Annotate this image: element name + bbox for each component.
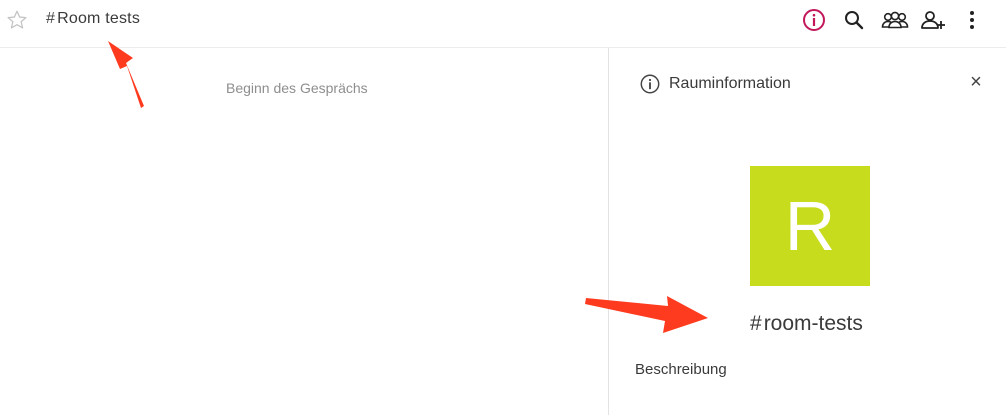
alias-text: room-tests <box>763 312 863 335</box>
room-avatar[interactable]: R <box>750 166 870 286</box>
info-icon <box>639 73 661 95</box>
hash-symbol: # <box>46 10 56 27</box>
room-title[interactable]: # Room tests <box>46 10 140 28</box>
room-alias: #room-tests <box>750 312 863 336</box>
timeline-area: Beginn des Gesprächs <box>0 48 608 415</box>
close-panel-button[interactable]: × <box>967 72 985 92</box>
more-icon[interactable] <box>962 8 982 32</box>
conversation-start-label: Beginn des Gesprächs <box>226 80 368 96</box>
search-icon[interactable] <box>842 8 866 32</box>
room-title-text: Room tests <box>57 10 141 27</box>
members-icon[interactable] <box>881 8 909 32</box>
panel-title: Rauminformation <box>669 75 791 92</box>
room-info-panel: Rauminformation × R #room-tests Beschrei… <box>608 48 1006 415</box>
invite-icon[interactable] <box>920 8 946 32</box>
room-header: # Room tests <box>0 0 1006 48</box>
description-label: Beschreibung <box>635 361 727 378</box>
room-info-icon[interactable] <box>802 8 826 32</box>
star-icon[interactable] <box>6 9 28 31</box>
avatar-letter: R <box>784 187 836 265</box>
alias-hash: # <box>750 312 762 335</box>
